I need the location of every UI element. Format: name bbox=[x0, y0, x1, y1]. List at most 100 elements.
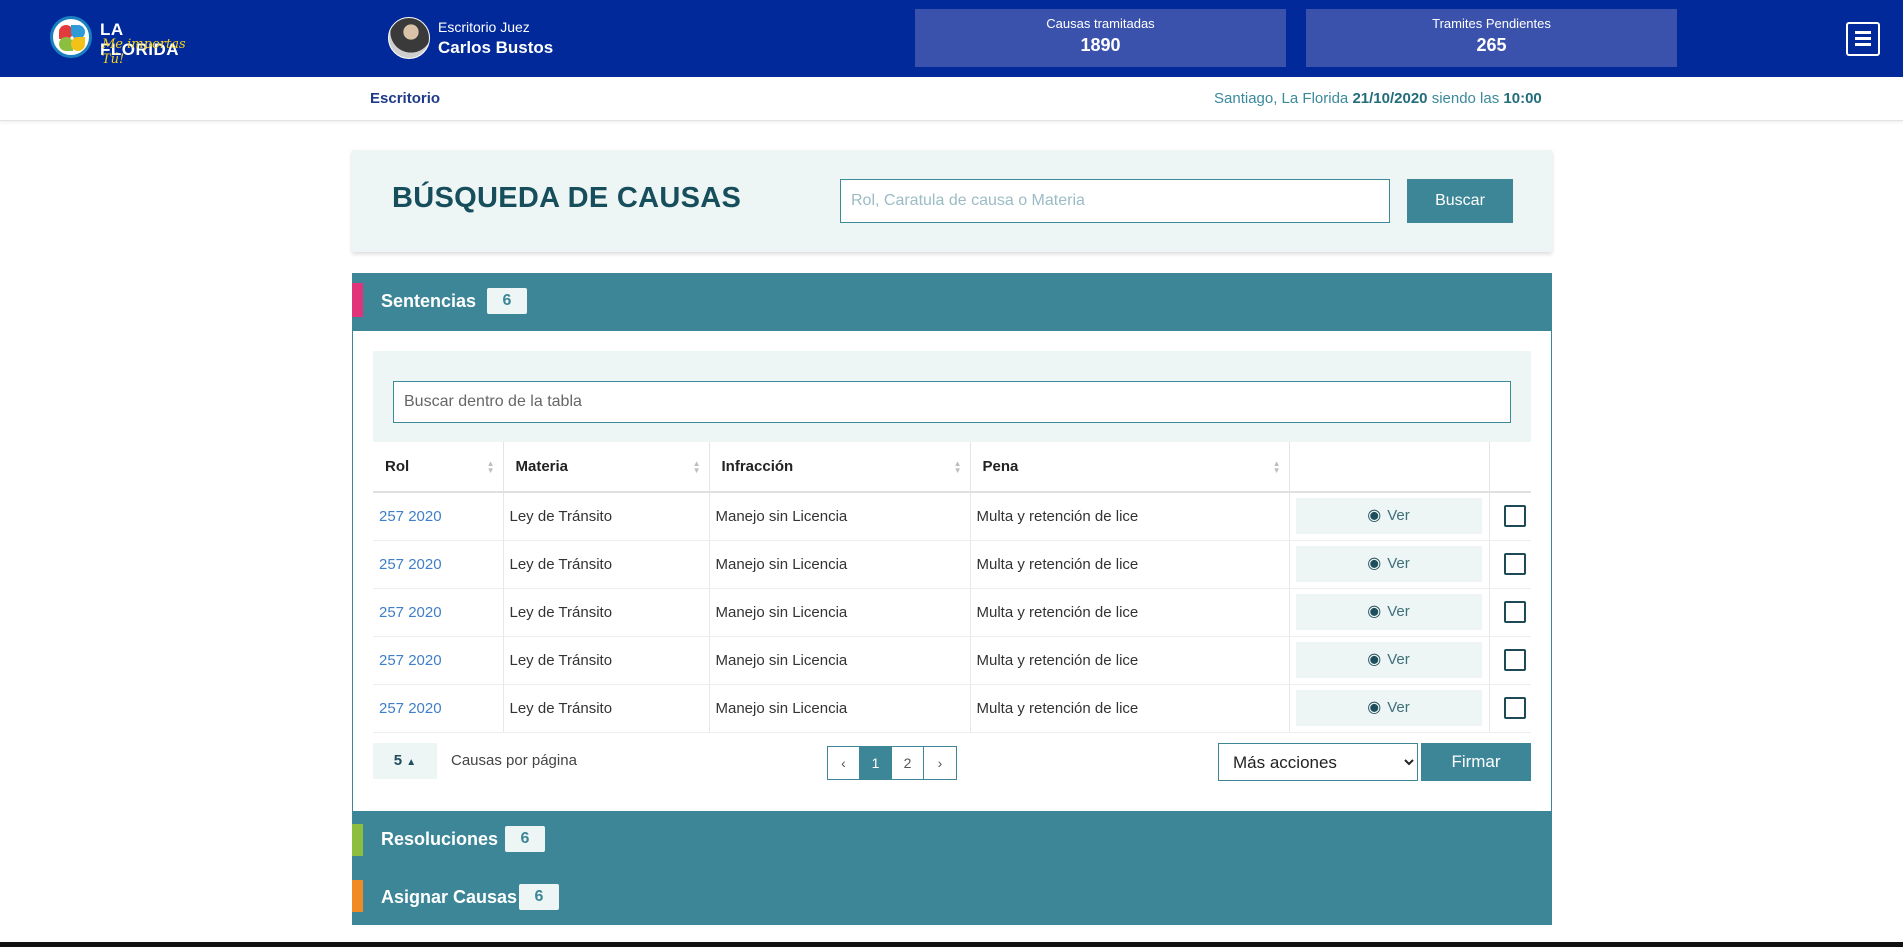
view-label: Ver bbox=[1387, 603, 1410, 620]
search-button[interactable]: Buscar bbox=[1407, 179, 1513, 223]
page-title: BÚSQUEDA DE CAUSAS bbox=[392, 182, 742, 214]
cell-pena: Multa y retención de lice bbox=[970, 540, 1290, 589]
cell-select bbox=[1489, 636, 1531, 685]
column-header-actions bbox=[1289, 442, 1490, 493]
table-row: 257 2020 Ley de Tránsito Manejo sin Lice… bbox=[373, 636, 1531, 685]
sort-icon[interactable]: ▲ ▼ bbox=[954, 460, 962, 475]
stat-label: Causas tramitadas bbox=[1046, 16, 1155, 31]
table-footer: 5 ▲ Causas por página ‹ 1 2 › Más accion… bbox=[373, 743, 1531, 783]
section-color-marker bbox=[352, 880, 363, 912]
cell-select bbox=[1489, 588, 1531, 637]
cell-rol[interactable]: 257 2020 bbox=[373, 636, 504, 685]
current-time: 10:00 bbox=[1503, 90, 1542, 107]
table-row: 257 2020 Ley de Tránsito Manejo sin Lice… bbox=[373, 684, 1531, 733]
section-color-marker bbox=[352, 824, 363, 856]
cell-actions: ◉ Ver bbox=[1289, 492, 1490, 541]
eye-icon: ◉ bbox=[1367, 555, 1382, 572]
next-page-button[interactable]: › bbox=[924, 747, 956, 779]
table-row: 257 2020 Ley de Tránsito Manejo sin Lice… bbox=[373, 588, 1531, 637]
per-page-label: Causas por página bbox=[451, 752, 577, 769]
cell-materia: Ley de Tránsito bbox=[503, 540, 710, 589]
time-prefix: siendo las bbox=[1431, 90, 1500, 107]
view-button[interactable]: ◉ Ver bbox=[1295, 642, 1482, 678]
sort-icon[interactable]: ▲ ▼ bbox=[1273, 460, 1281, 475]
table-filter-input[interactable] bbox=[393, 381, 1511, 423]
breadcrumb[interactable]: Escritorio bbox=[370, 90, 440, 107]
column-header-materia[interactable]: Materia ▲ ▼ bbox=[503, 442, 710, 493]
section-resoluciones-header[interactable]: Resoluciones 6 bbox=[352, 811, 1552, 869]
cell-rol[interactable]: 257 2020 bbox=[373, 588, 504, 637]
column-label: Pena bbox=[982, 458, 1019, 475]
cell-select bbox=[1489, 492, 1531, 541]
cell-actions: ◉ Ver bbox=[1289, 588, 1490, 637]
cell-rol[interactable]: 257 2020 bbox=[373, 684, 504, 733]
sub-bar: Escritorio Santiago, La Florida 21/10/20… bbox=[0, 77, 1903, 121]
cell-actions: ◉ Ver bbox=[1289, 636, 1490, 685]
row-checkbox[interactable] bbox=[1503, 697, 1526, 719]
eye-icon: ◉ bbox=[1367, 603, 1382, 620]
page-button-1[interactable]: 1 bbox=[860, 747, 892, 779]
page-button-2[interactable]: 2 bbox=[892, 747, 924, 779]
view-button[interactable]: ◉ Ver bbox=[1295, 594, 1482, 630]
view-button[interactable]: ◉ Ver bbox=[1295, 690, 1482, 726]
row-checkbox[interactable] bbox=[1503, 553, 1526, 575]
section-sentencias-body: Rol ▲▼ Materia ▲▼ Infracción ▲▼ Pena ▲▼ 257 … bbox=[352, 331, 1552, 811]
hamburger-icon[interactable] bbox=[1846, 22, 1880, 56]
section-count-badge: 6 bbox=[519, 884, 559, 910]
view-button[interactable]: ◉ Ver bbox=[1295, 546, 1482, 582]
cell-materia: Ley de Tránsito bbox=[503, 684, 710, 733]
stat-value: 1890 bbox=[1080, 35, 1121, 55]
logo-tagline: Me importas Tú! bbox=[102, 37, 186, 67]
section-asignar-causas-header[interactable]: Asignar Causas 6 bbox=[352, 869, 1552, 925]
sign-button[interactable]: Firmar bbox=[1421, 743, 1531, 781]
eye-icon: ◉ bbox=[1367, 507, 1382, 525]
section-count-badge: 6 bbox=[487, 288, 527, 314]
cell-rol[interactable]: 257 2020 bbox=[373, 540, 504, 589]
view-label: Ver bbox=[1387, 651, 1410, 668]
cell-infraccion: Manejo sin Licencia bbox=[709, 540, 971, 589]
case-search-input[interactable] bbox=[840, 179, 1390, 223]
stat-label: Tramites Pendientes bbox=[1432, 16, 1551, 31]
sort-icon[interactable]: ▲ ▼ bbox=[487, 460, 495, 475]
row-checkbox[interactable] bbox=[1503, 505, 1526, 528]
prev-page-button[interactable]: ‹ bbox=[828, 747, 860, 779]
more-actions-select[interactable]: Más acciones bbox=[1218, 743, 1418, 781]
view-button[interactable]: ◉ Ver bbox=[1295, 498, 1482, 535]
logo-emblem-icon bbox=[50, 16, 92, 58]
location-datetime: Santiago, La Florida 21/10/2020 siendo l… bbox=[1214, 90, 1542, 107]
cell-materia: Ley de Tránsito bbox=[503, 636, 710, 685]
cell-materia: Ley de Tránsito bbox=[503, 588, 710, 637]
column-header-select bbox=[1489, 442, 1531, 493]
column-header-infraccion[interactable]: Infracción ▲ ▼ bbox=[709, 442, 971, 493]
row-checkbox[interactable] bbox=[1503, 601, 1526, 623]
stat-causas-tramitadas: Causas tramitadas 1890 bbox=[915, 9, 1286, 67]
row-checkbox[interactable] bbox=[1503, 649, 1526, 671]
pagination: ‹ 1 2 › bbox=[827, 746, 957, 780]
location-text: Santiago, La Florida bbox=[1214, 90, 1349, 107]
cell-actions: ◉ Ver bbox=[1289, 540, 1490, 589]
section-sentencias-header[interactable]: Sentencias 6 bbox=[352, 273, 1552, 331]
cases-table: Rol ▲ ▼ Materia ▲ ▼ Infracción ▲ ▼ Pena ▲ ▼ 257 … bbox=[373, 442, 1531, 733]
la-florida-logo[interactable]: LA FLORIDA Me importas Tú! bbox=[50, 16, 200, 67]
cell-select bbox=[1489, 540, 1531, 589]
cell-rol[interactable]: 257 2020 bbox=[373, 492, 504, 541]
stat-value: 265 bbox=[1476, 35, 1507, 55]
current-date: 21/10/2020 bbox=[1352, 90, 1428, 107]
cell-select bbox=[1489, 684, 1531, 733]
column-header-rol[interactable]: Rol ▲ ▼ bbox=[373, 442, 504, 493]
sort-icon[interactable]: ▲ ▼ bbox=[693, 460, 701, 475]
cell-actions: ◉ Ver bbox=[1289, 684, 1490, 733]
section-count-badge: 6 bbox=[505, 826, 545, 852]
section-color-marker bbox=[352, 283, 363, 317]
user-name: Carlos Bustos bbox=[438, 38, 554, 57]
cell-pena: Multa y retención de lice bbox=[970, 492, 1290, 541]
section-title: Asignar Causas bbox=[381, 887, 518, 907]
column-header-pena[interactable]: Pena ▲ ▼ bbox=[970, 442, 1290, 493]
bottom-border bbox=[0, 942, 1903, 947]
stat-tramites-pendientes: Tramites Pendientes 265 bbox=[1306, 9, 1677, 67]
view-label: Ver bbox=[1387, 507, 1410, 525]
per-page-selector[interactable]: 5 ▲ bbox=[373, 743, 437, 779]
top-bar: LA FLORIDA Me importas Tú! Escritorio Ju… bbox=[0, 0, 1903, 77]
cell-infraccion: Manejo sin Licencia bbox=[709, 588, 971, 637]
column-label: Rol bbox=[385, 458, 410, 475]
